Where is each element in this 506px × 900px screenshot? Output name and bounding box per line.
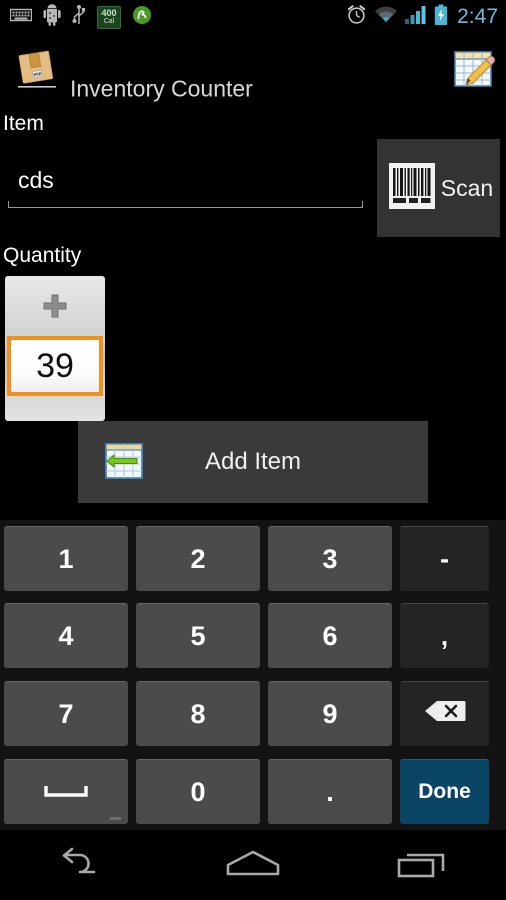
nav-back-button[interactable] — [29, 830, 139, 900]
keyboard-icon — [9, 7, 33, 28]
key-2[interactable]: 2 — [136, 526, 260, 591]
barcode-icon — [384, 158, 440, 219]
key-backspace[interactable] — [400, 681, 489, 746]
quantity-value: 39 — [36, 346, 74, 385]
home-icon — [224, 848, 282, 883]
key-done[interactable]: Done — [400, 759, 489, 824]
battery-charging-icon — [434, 4, 448, 31]
key-8[interactable]: 8 — [136, 681, 260, 746]
decrement-button[interactable] — [5, 396, 105, 421]
keyboard-row: 1 2 3 - — [0, 520, 506, 597]
action-bar: Inventory Counter — [0, 34, 506, 106]
alarm-icon — [346, 4, 367, 30]
quantity-value-field[interactable]: 39 — [7, 336, 103, 396]
keyboard-row: 7 8 9 — [0, 675, 506, 752]
android-icon — [43, 3, 61, 31]
calorie-badge-icon: 400 Cal — [97, 5, 121, 29]
nav-home-button[interactable] — [198, 830, 308, 900]
nav-recents-button[interactable] — [367, 830, 477, 900]
status-bar-system: 2:47 — [346, 0, 498, 34]
package-box-icon — [14, 48, 60, 92]
usb-icon — [72, 4, 86, 31]
key-0[interactable]: 0 — [136, 759, 260, 824]
space-icon — [43, 777, 89, 808]
item-label: Item — [3, 112, 44, 135]
status-bar: 400 Cal 2:47 — [0, 0, 506, 34]
status-bar-notifications: 400 Cal — [0, 3, 152, 31]
spreadsheet-import-icon — [104, 442, 146, 482]
key-3[interactable]: 3 — [268, 526, 392, 591]
calorie-value: 400 — [101, 8, 117, 18]
item-input[interactable] — [8, 154, 363, 206]
item-input-container — [8, 154, 363, 212]
key-period[interactable]: . — [268, 759, 392, 824]
evernote-icon — [132, 5, 152, 30]
keyboard-row: 4 5 6 , — [0, 597, 506, 674]
key-minus[interactable]: - — [400, 526, 489, 591]
wifi-icon — [374, 5, 398, 30]
numeric-keyboard: 1 2 3 - 4 5 6 , 7 8 9 0 . Done — [0, 520, 506, 830]
android-screen: 400 Cal 2:47 Inventory Counter Item cds … — [0, 0, 506, 900]
key-space[interactable] — [4, 759, 128, 824]
back-arrow-icon — [60, 846, 108, 885]
key-7[interactable]: 7 — [4, 681, 128, 746]
key-comma[interactable]: , — [400, 603, 489, 668]
quantity-stepper[interactable]: 39 — [5, 276, 105, 421]
status-bar-clock: 2:47 — [457, 5, 498, 28]
space-hint-marker — [110, 817, 121, 820]
key-4[interactable]: 4 — [4, 603, 128, 668]
form-content: Item cds Scan Quantity 39 Add Item — [0, 106, 506, 520]
key-6[interactable]: 6 — [268, 603, 392, 668]
key-9[interactable]: 9 — [268, 681, 392, 746]
add-item-button[interactable]: Add Item — [78, 421, 428, 503]
increment-button[interactable] — [5, 276, 105, 336]
scan-label: Scan — [440, 174, 494, 201]
backspace-icon — [423, 698, 467, 731]
spreadsheet-edit-icon[interactable] — [450, 49, 496, 93]
keyboard-row: 0 . Done — [0, 753, 506, 830]
key-5[interactable]: 5 — [136, 603, 260, 668]
scan-button[interactable]: Scan — [377, 139, 500, 237]
calorie-unit: Cal — [103, 18, 115, 25]
key-1[interactable]: 1 — [4, 526, 128, 591]
page-title: Inventory Counter — [70, 75, 253, 102]
quantity-label: Quantity — [3, 244, 82, 267]
cellular-signal-icon — [405, 5, 427, 30]
recents-icon — [397, 847, 447, 884]
navigation-bar — [0, 830, 506, 900]
